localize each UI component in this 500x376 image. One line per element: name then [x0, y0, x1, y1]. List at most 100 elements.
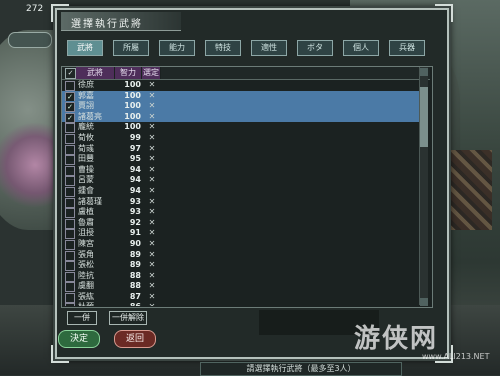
row-mark-icon: ✕: [148, 249, 156, 259]
row-mark-icon: ✕: [148, 260, 156, 270]
officer-int: 93: [129, 207, 141, 217]
table-row[interactable]: 陳宮 90 ✕: [62, 239, 422, 250]
table-row[interactable]: 田豐 95 ✕: [62, 154, 422, 166]
row-checkbox[interactable]: ✓: [65, 91, 75, 102]
table-row[interactable]: 曹操 94 ✕: [62, 165, 422, 176]
officer-table: ✓ 武將 智力 選定 徐庶 100 ✕ ✓ 郭嘉 100 ✕ ✓ 賈詡 100 ✕ ✓ 諸葛亮 100 ✕ 龐…: [61, 66, 433, 308]
table-row[interactable]: ✓ 賈詡 100 ✕: [62, 101, 422, 113]
scroll-down-arrow[interactable]: [420, 298, 428, 306]
officer-name: 諸葛瑾: [78, 196, 102, 206]
table-row[interactable]: 鍾會 94 ✕: [62, 186, 422, 197]
officer-int: 95: [129, 154, 141, 164]
table-row[interactable]: 龐統 100 ✕: [62, 122, 422, 134]
table-row[interactable]: 呂蒙 94 ✕: [62, 175, 422, 187]
row-checkbox[interactable]: [65, 303, 75, 306]
table-row[interactable]: 虞翻 88 ✕: [62, 281, 422, 293]
officer-int: 93: [129, 196, 141, 206]
row-checkbox[interactable]: [65, 133, 75, 144]
row-checkbox[interactable]: [65, 81, 75, 91]
row-checkbox[interactable]: [65, 208, 75, 219]
tab-5[interactable]: ボタ: [297, 40, 333, 56]
column-header-name[interactable]: 武將: [76, 67, 115, 79]
row-checkbox[interactable]: [65, 261, 75, 272]
table-row[interactable]: 荀彧 97 ✕: [62, 144, 422, 155]
window-title: 選擇執行武將: [71, 19, 143, 30]
officer-int: 97: [129, 143, 141, 153]
table-row[interactable]: 盧植 93 ✕: [62, 207, 422, 219]
table-row[interactable]: 荀攸 99 ✕: [62, 133, 422, 144]
deselect-all-button[interactable]: 一併解除: [109, 311, 147, 325]
tab-3[interactable]: 特技: [205, 40, 241, 56]
officer-int: 94: [129, 164, 141, 174]
officer-int: 100: [124, 80, 141, 89]
row-checkbox[interactable]: [65, 165, 75, 176]
row-checkbox[interactable]: [65, 218, 75, 229]
officer-int: 89: [129, 249, 141, 259]
scroll-thumb[interactable]: [420, 87, 428, 147]
officer-name: 魯肅: [78, 217, 94, 227]
officer-int: 94: [129, 185, 141, 195]
row-checkbox[interactable]: [65, 197, 75, 208]
column-header-int[interactable]: 智力: [115, 67, 142, 79]
row-checkbox[interactable]: [65, 292, 75, 303]
scroll-up-arrow[interactable]: [420, 68, 428, 76]
officer-name: 張紘: [78, 291, 94, 301]
officer-name: 徐庶: [78, 80, 94, 89]
table-row[interactable]: 張紘 87 ✕: [62, 292, 422, 303]
table-row[interactable]: 張角 89 ✕: [62, 250, 422, 261]
row-mark-icon: ✕: [148, 238, 156, 248]
officer-name: 鍾會: [78, 185, 94, 195]
watermark: 游侠网 www.ALI213.NET: [354, 318, 494, 368]
status-button[interactable]: [8, 32, 52, 48]
row-checkbox[interactable]: [65, 250, 75, 261]
table-row[interactable]: ✓ 諸葛亮 100 ✕: [62, 111, 422, 123]
table-row[interactable]: ✓ 郭嘉 100 ✕: [62, 90, 422, 102]
row-checkbox[interactable]: ✓: [65, 102, 75, 113]
back-button[interactable]: 返回: [114, 330, 156, 348]
tab-0[interactable]: 武將: [67, 40, 103, 56]
officer-int: 100: [124, 122, 141, 132]
row-checkbox[interactable]: [65, 239, 75, 250]
table-rows: 徐庶 100 ✕ ✓ 郭嘉 100 ✕ ✓ 賈詡 100 ✕ ✓ 諸葛亮 100 ✕ 龐統 100 ✕ 荀攸 99 ✕ 荀…: [62, 80, 422, 306]
table-row[interactable]: 陸抗 88 ✕: [62, 271, 422, 282]
select-all-button[interactable]: 一併: [67, 311, 97, 325]
table-row[interactable]: 張松 89 ✕: [62, 260, 422, 272]
officer-int: 87: [129, 291, 141, 301]
row-mark-icon: ✕: [148, 80, 156, 89]
row-checkbox[interactable]: [65, 186, 75, 197]
confirm-button[interactable]: 決定: [58, 330, 100, 348]
row-checkbox[interactable]: [65, 176, 75, 187]
row-checkbox[interactable]: [65, 123, 75, 134]
tab-1[interactable]: 所屬: [113, 40, 149, 56]
officer-int: 99: [129, 132, 141, 142]
row-checkbox[interactable]: [65, 155, 75, 166]
watermark-url: www.ALI213.NET: [422, 352, 490, 361]
officer-name: 陳宮: [78, 238, 94, 248]
column-header-sel[interactable]: 選定: [142, 67, 161, 79]
table-row[interactable]: 沮授 91 ✕: [62, 228, 422, 240]
tab-4[interactable]: 適性: [251, 40, 287, 56]
window-corner: [435, 4, 453, 22]
table-row[interactable]: 諸葛瑾 93 ✕: [62, 197, 422, 208]
tab-6[interactable]: 個人: [343, 40, 379, 56]
row-mark-icon: ✕: [148, 101, 156, 111]
table-row[interactable]: 杜預86 ✕: [62, 302, 422, 306]
officer-name: 虞翻: [78, 281, 94, 291]
row-checkbox[interactable]: [65, 229, 75, 240]
officer-int: 100: [124, 90, 141, 100]
row-checkbox[interactable]: [65, 144, 75, 155]
tab-2[interactable]: 能力: [159, 40, 195, 56]
officer-name: 張松: [78, 260, 94, 270]
row-mark-icon: ✕: [146, 302, 158, 306]
row-mark-icon: ✕: [148, 132, 156, 142]
tab-7[interactable]: 兵器: [389, 40, 425, 56]
row-mark-icon: ✕: [148, 143, 156, 153]
table-row[interactable]: 魯肅 92 ✕: [62, 218, 422, 229]
officer-int: 90: [129, 238, 141, 248]
row-checkbox[interactable]: [65, 271, 75, 282]
select-all-checkbox[interactable]: ✓: [65, 68, 76, 79]
row-checkbox[interactable]: ✓: [65, 112, 75, 123]
row-mark-icon: ✕: [148, 291, 156, 301]
row-checkbox[interactable]: [65, 282, 75, 293]
table-row[interactable]: 徐庶 100 ✕: [62, 80, 422, 91]
